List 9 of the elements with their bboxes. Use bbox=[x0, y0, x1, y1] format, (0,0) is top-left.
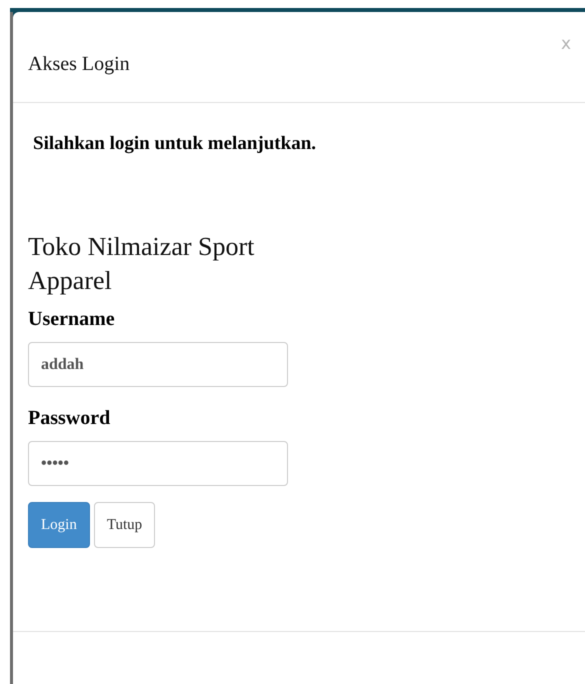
store-name: Toko Nilmaizar Sport Apparel bbox=[28, 231, 256, 297]
dialog-button[interactable]: Login bbox=[28, 502, 90, 548]
login-message: Silahkan login untuk melanjutkan. bbox=[33, 133, 318, 155]
field-label: Password bbox=[28, 406, 112, 431]
dialog-button[interactable]: Tutup bbox=[94, 502, 156, 548]
field-label: Username bbox=[28, 307, 116, 332]
input-field[interactable]: addah bbox=[28, 342, 288, 387]
input-field[interactable]: ••••• bbox=[28, 441, 288, 486]
dialog-title: Akses Login bbox=[28, 52, 130, 76]
